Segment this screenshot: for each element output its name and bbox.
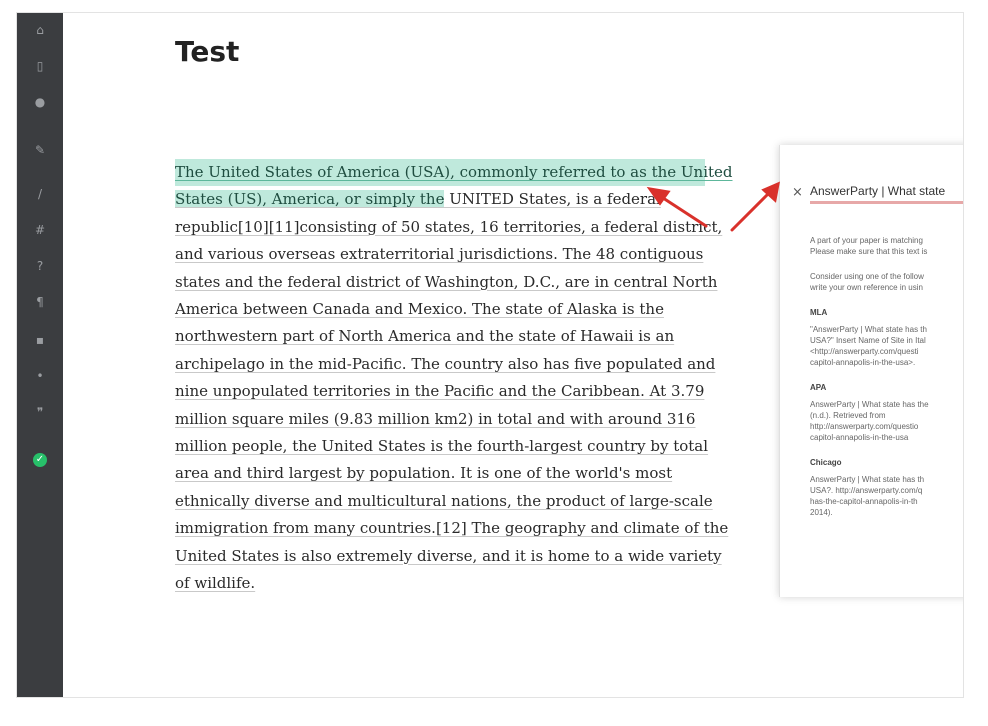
microphone-icon[interactable]: ● xyxy=(31,93,49,111)
text-line: America between Canada and Mexico. The s… xyxy=(175,300,664,319)
panel-consider: Consider using one of the follow write yo… xyxy=(810,272,924,292)
mla-heading: MLA xyxy=(810,308,828,317)
app-window: ⌂ ▯ ● ✎ / # ? ¶ ▪ • ❞ ✓ Test The United … xyxy=(16,12,964,698)
text-line: nine unpopulated territories in the Paci… xyxy=(175,382,705,401)
edit-icon[interactable]: ✎ xyxy=(31,141,49,159)
page-title: Test xyxy=(175,35,240,68)
panel-intro: A part of your paper is matching Please m… xyxy=(810,236,928,256)
sidebar: ⌂ ▯ ● ✎ / # ? ¶ ▪ • ❞ ✓ xyxy=(17,13,63,697)
settings-icon[interactable]: • xyxy=(31,367,49,385)
text-line: states and the federal district of Washi… xyxy=(175,272,718,291)
check-icon[interactable]: ✓ xyxy=(33,453,47,467)
link-icon[interactable]: # xyxy=(31,221,49,239)
panel-body: A part of your paper is matching Please m… xyxy=(810,235,963,532)
close-icon[interactable]: × xyxy=(792,185,803,200)
text-line: United States is also extremely diverse,… xyxy=(175,546,722,565)
text-line: archipelago in the mid-Pacific. The coun… xyxy=(175,354,716,373)
text-line: area and third largest by population. It… xyxy=(175,464,673,483)
text-line: of wildlife. xyxy=(175,574,256,593)
text-line: ethnically diverse and multicultural nat… xyxy=(175,491,713,510)
brush-icon[interactable]: / xyxy=(31,185,49,203)
document-body[interactable]: The United States of America (USA), comm… xyxy=(175,159,733,598)
paragraph-icon[interactable]: ¶ xyxy=(31,293,49,311)
home-icon[interactable]: ⌂ xyxy=(31,21,49,39)
text-line: States (US), America, or simply the UNIT… xyxy=(175,186,705,213)
mla-citation: "AnswerParty | What state has th USA?" In… xyxy=(810,325,927,367)
text-line: million square miles (9.83 million km2) … xyxy=(175,409,696,428)
text-line: and various overseas extraterritorial ju… xyxy=(175,245,704,264)
source-title[interactable]: AnswerParty | What state xyxy=(810,184,945,198)
highlighted-text[interactable]: States (US), America, or simply the xyxy=(175,190,445,209)
text-line: northwestern part of North America and t… xyxy=(175,327,675,346)
text-line: million people, the United States is the… xyxy=(175,437,709,456)
help-icon[interactable]: ? xyxy=(31,257,49,275)
source-url-bar[interactable] xyxy=(810,201,963,204)
chicago-citation: AnswerParty | What state has th USA?. htt… xyxy=(810,475,925,517)
apa-citation: AnswerParty | What state has the (n.d.). … xyxy=(810,400,929,442)
source-match-panel: × AnswerParty | What state A part of you… xyxy=(779,145,963,597)
apa-heading: APA xyxy=(810,383,827,392)
trash-icon[interactable]: ▪ xyxy=(31,331,49,349)
text-line: immigration from many countries.[12] The… xyxy=(175,519,729,538)
document-icon[interactable]: ▯ xyxy=(31,57,49,75)
chicago-heading: Chicago xyxy=(810,458,842,467)
highlighted-text[interactable]: The United States of America (USA), comm… xyxy=(175,159,733,187)
text-segment: UNITED States, is a federal xyxy=(444,190,661,209)
quote-icon[interactable]: ❞ xyxy=(31,403,49,421)
text-line: republic[10][11]consisting of 50 states,… xyxy=(175,217,723,236)
